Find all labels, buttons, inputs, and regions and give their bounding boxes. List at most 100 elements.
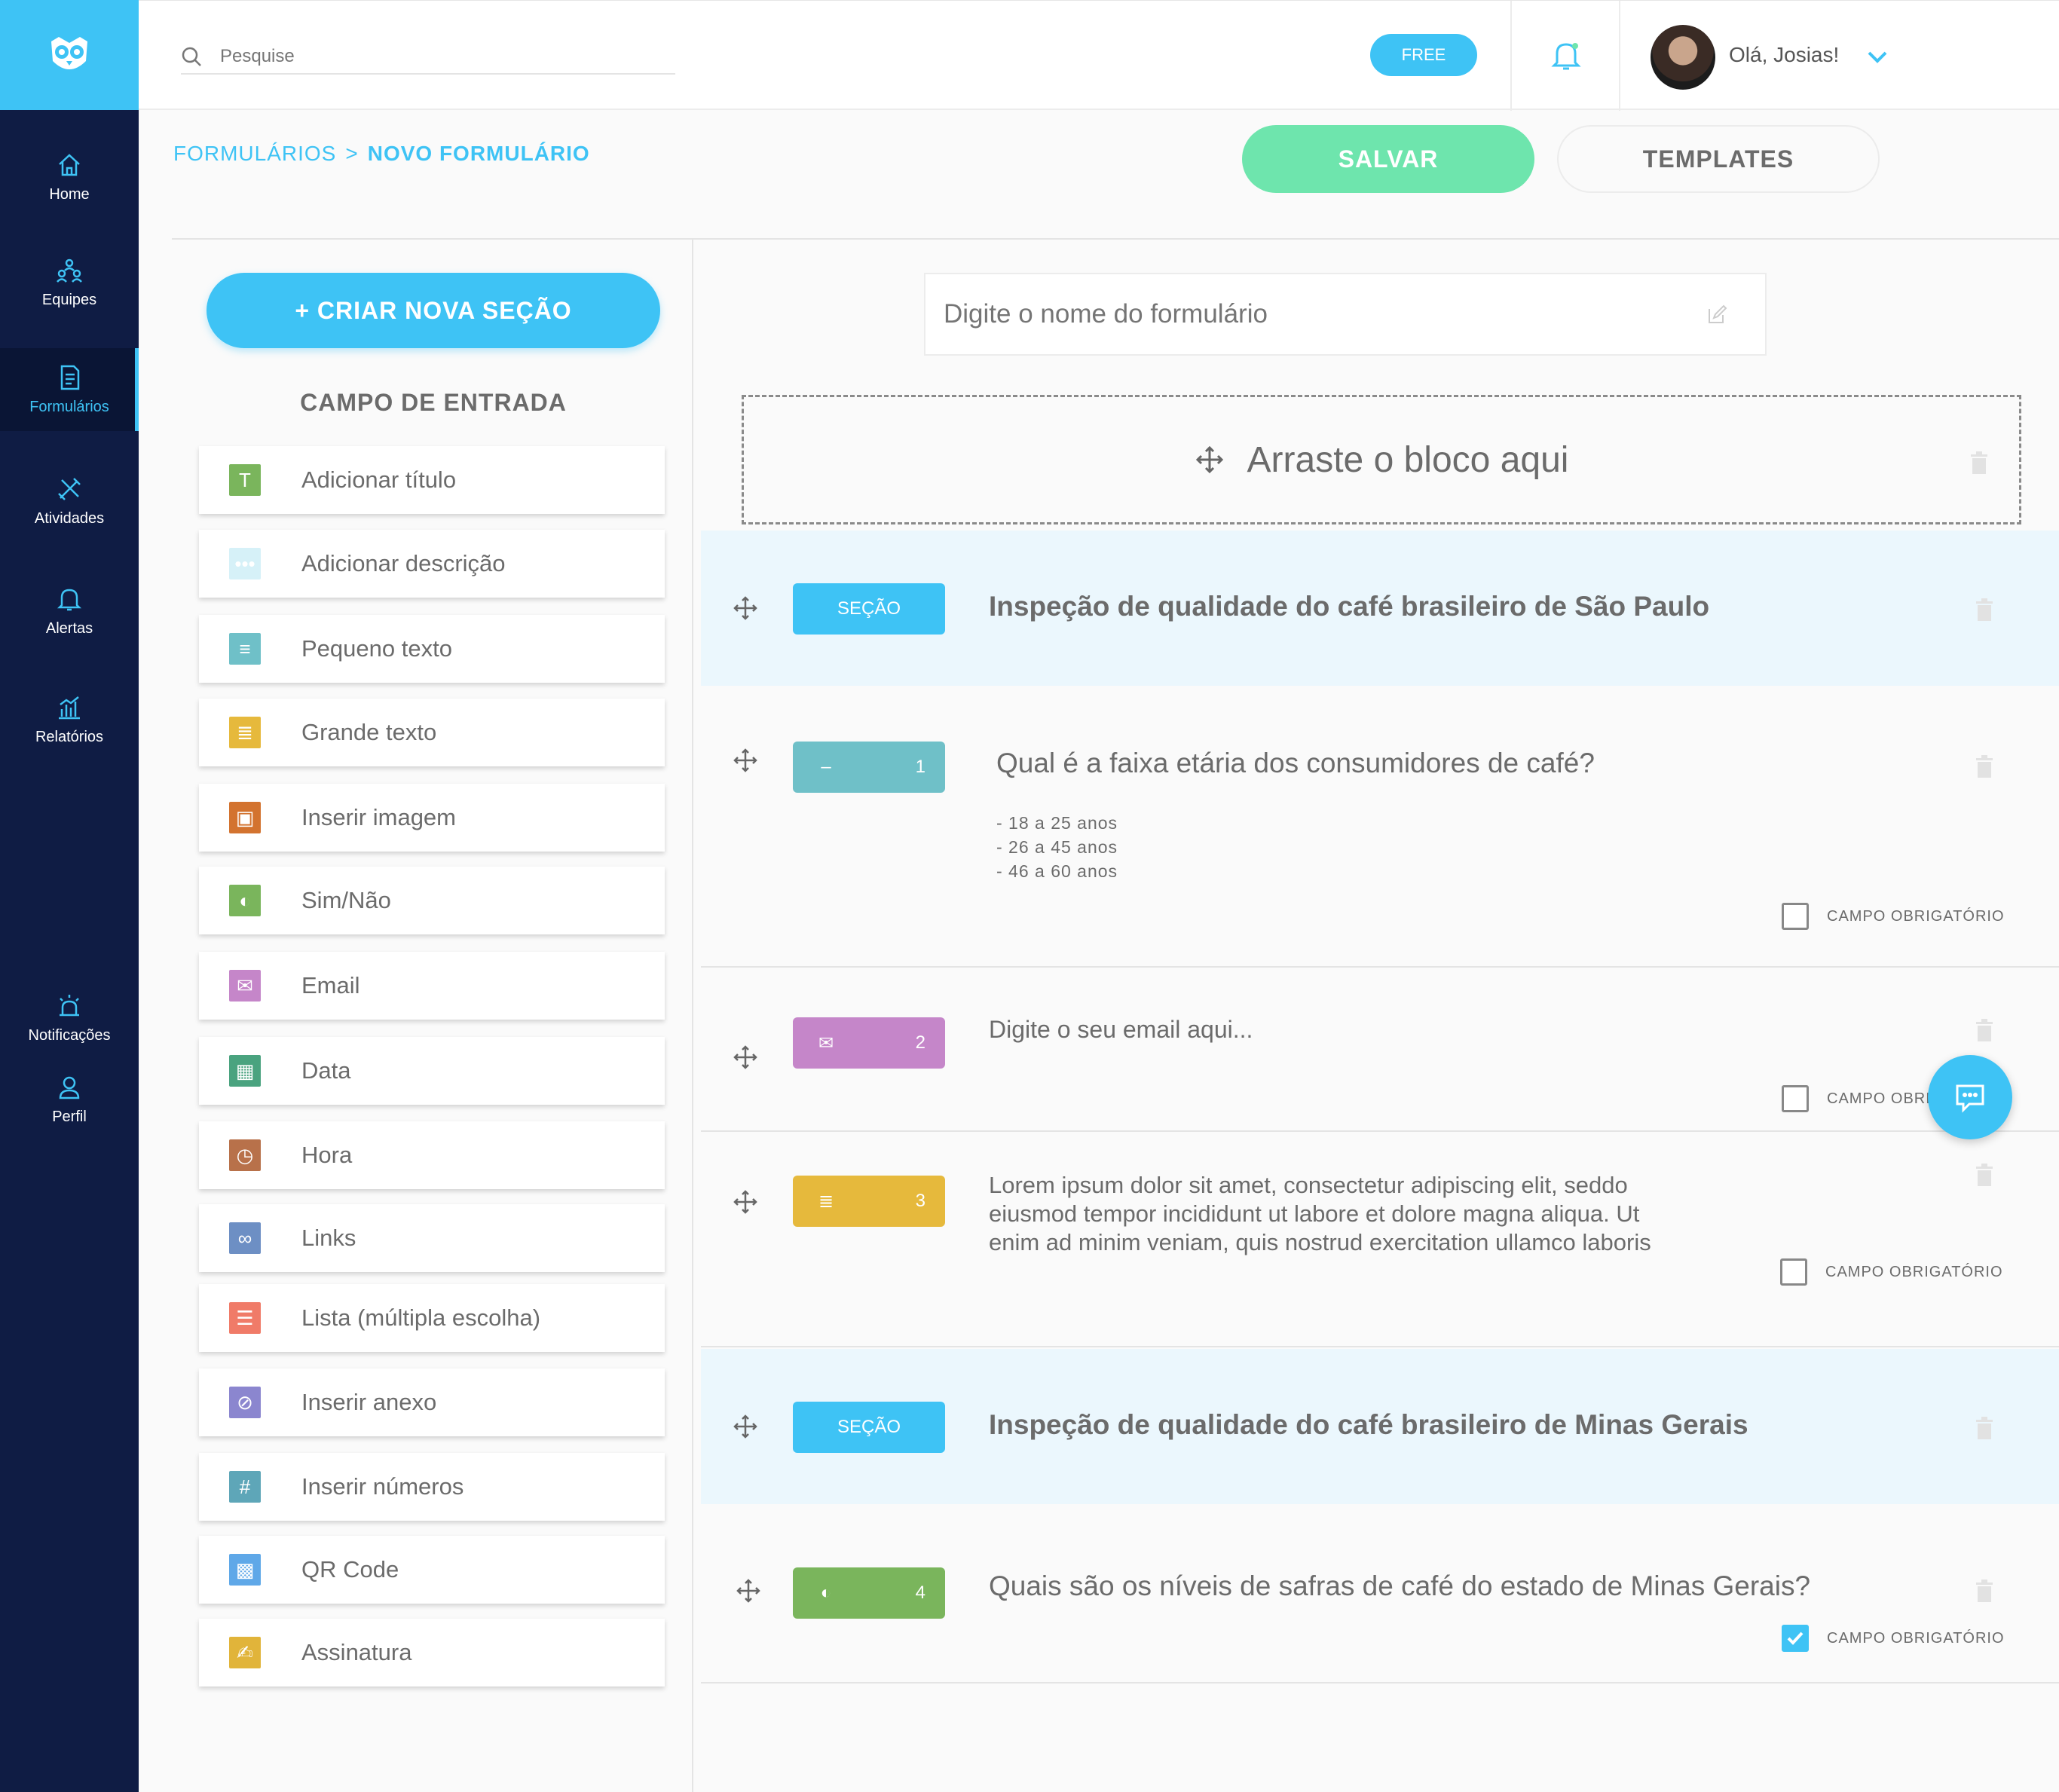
dropzone-text: Arraste o bloco aqui bbox=[1247, 439, 1569, 480]
form-yes-no-block[interactable]: ◐ 4 Quais são os níveis de safras de caf… bbox=[701, 1504, 2059, 1683]
app-logo[interactable] bbox=[0, 0, 139, 110]
question-tag: ✉ 2 bbox=[793, 1017, 945, 1069]
nav-notificacoes[interactable]: Notificações bbox=[0, 977, 139, 1060]
question-text[interactable]: Qual é a faixa etária dos consumidores d… bbox=[996, 748, 1595, 779]
drag-handle-icon[interactable] bbox=[733, 748, 758, 773]
nav-equipes[interactable]: Equipes bbox=[0, 241, 139, 324]
question-tag: – 1 bbox=[793, 742, 945, 793]
chat-button[interactable] bbox=[1928, 1055, 2012, 1139]
field-item[interactable]: T Adicionar título bbox=[199, 446, 665, 514]
sidebar: Home Equipes Formulários Atividades Aler… bbox=[0, 0, 139, 1792]
form-section[interactable]: SEÇÃO Inspeção de qualidade do café bras… bbox=[701, 1349, 2059, 1504]
long-text-content[interactable]: Lorem ipsum dolor sit amet, consectetur … bbox=[989, 1171, 1690, 1257]
form-name-input[interactable] bbox=[942, 298, 1681, 330]
required-toggle[interactable]: CAMPO OBRIGATÓRIO bbox=[1782, 1625, 2005, 1652]
nav-home[interactable]: Home bbox=[0, 136, 139, 219]
required-checkbox[interactable] bbox=[1782, 903, 1809, 930]
chevron-down-icon[interactable] bbox=[1866, 49, 1889, 66]
option-item: - 18 a 25 anos bbox=[996, 813, 1118, 833]
drag-handle-icon[interactable] bbox=[733, 1414, 758, 1439]
question-tag: ≣ 3 bbox=[793, 1176, 945, 1227]
edit-icon[interactable] bbox=[1706, 304, 1727, 326]
user-greeting[interactable]: Olá, Josias! bbox=[1729, 43, 1839, 67]
question-number: 1 bbox=[915, 757, 925, 777]
field-item[interactable]: ≣ Grande texto bbox=[199, 699, 665, 766]
email-icon: ✉ bbox=[229, 970, 261, 1002]
required-label: CAMPO OBRIGATÓRIO bbox=[1827, 907, 2005, 925]
block-dropzone[interactable]: Arraste o bloco aqui bbox=[742, 395, 2021, 524]
required-checkbox[interactable] bbox=[1782, 1085, 1809, 1112]
yes-no-icon: ◐ bbox=[820, 1583, 832, 1603]
required-checkbox[interactable] bbox=[1780, 1258, 1807, 1286]
trash-icon[interactable] bbox=[1975, 755, 1994, 778]
required-toggle[interactable]: CAMPO OBRIGATÓRIO bbox=[1782, 903, 2005, 930]
drag-handle-icon[interactable] bbox=[733, 595, 758, 621]
top-bar: FREE Olá, Josias! bbox=[139, 0, 2059, 111]
drag-handle-icon[interactable] bbox=[736, 1578, 761, 1604]
section-tag: SEÇÃO bbox=[793, 583, 945, 635]
trash-icon[interactable] bbox=[1975, 1164, 1994, 1186]
trash-icon[interactable] bbox=[1975, 1019, 1994, 1041]
trash-icon[interactable] bbox=[1969, 451, 1989, 474]
form-name-field[interactable] bbox=[924, 273, 1767, 356]
trash-icon[interactable] bbox=[1975, 598, 1994, 621]
field-item[interactable]: # Inserir números bbox=[199, 1453, 665, 1521]
field-item[interactable]: ⊘ Inserir anexo bbox=[199, 1368, 665, 1436]
question-text[interactable]: Quais são os níveis de safras de café do… bbox=[989, 1570, 1810, 1602]
nav-perfil-label: Perfil bbox=[52, 1108, 87, 1125]
nav-formularios[interactable]: Formulários bbox=[0, 348, 139, 431]
trash-icon[interactable] bbox=[1975, 1579, 1994, 1602]
drag-handle-icon[interactable] bbox=[733, 1189, 758, 1215]
templates-button[interactable]: TEMPLATES bbox=[1557, 125, 1880, 193]
field-label: Inserir números bbox=[301, 1473, 464, 1500]
avatar[interactable] bbox=[1651, 25, 1715, 90]
form-question-block[interactable]: – 1 Qual é a faixa etária dos consumidor… bbox=[701, 686, 2059, 968]
nav-atividades[interactable]: Atividades bbox=[0, 460, 139, 543]
user-icon bbox=[59, 1076, 80, 1099]
email-placeholder[interactable]: Digite o seu email aqui... bbox=[989, 1016, 1253, 1044]
field-item[interactable]: ☰ Lista (múltipla escolha) bbox=[199, 1284, 665, 1352]
required-checkbox[interactable] bbox=[1782, 1625, 1809, 1652]
required-toggle[interactable]: CAMPO OBRIGATÓRIO bbox=[1780, 1258, 2003, 1286]
plan-badge[interactable]: FREE bbox=[1370, 34, 1477, 76]
field-item[interactable]: ◷ Hora bbox=[199, 1121, 665, 1189]
field-item[interactable]: ∞ Links bbox=[199, 1204, 665, 1272]
save-button[interactable]: SALVAR bbox=[1242, 125, 1534, 193]
field-item[interactable]: ◐ Sim/Não bbox=[199, 867, 665, 934]
divider bbox=[701, 1346, 2059, 1347]
nav-relatorios[interactable]: Relatórios bbox=[0, 678, 139, 761]
form-section[interactable]: SEÇÃO Inspeção de qualidade do café bras… bbox=[701, 531, 2059, 686]
search-input[interactable] bbox=[219, 45, 641, 68]
section-title[interactable]: Inspeção de qualidade do café brasileiro… bbox=[989, 1409, 1748, 1441]
field-item[interactable]: ✉ Email bbox=[199, 952, 665, 1020]
question-number: 2 bbox=[915, 1032, 925, 1053]
create-section-button[interactable]: + CRIAR NOVA SEÇÃO bbox=[207, 273, 660, 348]
breadcrumb-root-link[interactable]: FORMULÁRIOS bbox=[173, 142, 336, 165]
field-item[interactable]: ••• Adicionar descrição bbox=[199, 530, 665, 598]
field-item[interactable]: ✍ Assinatura bbox=[199, 1619, 665, 1686]
required-toggle[interactable]: CAMPO OBRIG bbox=[1782, 1085, 1943, 1112]
bell-icon bbox=[57, 589, 82, 610]
search-bar[interactable] bbox=[181, 40, 675, 75]
trash-icon[interactable] bbox=[1975, 1417, 1994, 1439]
nav-perfil[interactable]: Perfil bbox=[0, 1058, 139, 1141]
form-email-block[interactable]: ✉ 2 Digite o seu email aqui... CAMPO OBR… bbox=[701, 968, 2059, 1132]
long-text-icon: ≣ bbox=[229, 717, 261, 748]
field-item[interactable]: ▣ Inserir imagem bbox=[199, 784, 665, 852]
section-title[interactable]: Inspeção de qualidade do café brasileiro… bbox=[989, 591, 1709, 622]
form-icon bbox=[60, 365, 80, 390]
field-item[interactable]: ▦ Data bbox=[199, 1037, 665, 1105]
field-label: Data bbox=[301, 1057, 351, 1084]
drag-handle-icon[interactable] bbox=[733, 1044, 758, 1070]
field-item[interactable]: ▩ QR Code bbox=[199, 1536, 665, 1604]
nav-alertas-label: Alertas bbox=[45, 619, 93, 637]
field-label: QR Code bbox=[301, 1556, 399, 1583]
notifications-bell-icon[interactable] bbox=[1548, 37, 1584, 73]
qr-code-icon: ▩ bbox=[229, 1554, 261, 1586]
field-label: Adicionar título bbox=[301, 466, 457, 493]
field-item[interactable]: ≡ Pequeno texto bbox=[199, 615, 665, 683]
breadcrumb-separator: > bbox=[345, 142, 359, 165]
form-long-text-block[interactable]: ≣ 3 Lorem ipsum dolor sit amet, consecte… bbox=[701, 1132, 2059, 1347]
question-options: - 18 a 25 anos - 26 a 45 anos - 46 a 60 … bbox=[996, 811, 1118, 883]
nav-alertas[interactable]: Alertas bbox=[0, 570, 139, 653]
